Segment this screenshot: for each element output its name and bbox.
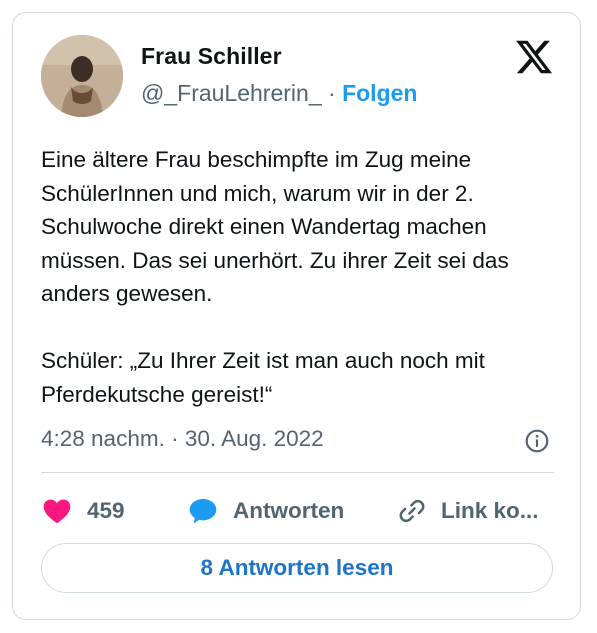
read-replies-label: 8 Antworten lesen (200, 555, 394, 580)
author-handle[interactable]: @_FrauLehrerin_ (141, 80, 322, 106)
tweet-text: Eine ältere Frau beschimpfte im Zug mein… (41, 143, 566, 411)
tweet-card: Frau Schiller @_FrauLehrerin_ · Folgen E… (12, 12, 581, 620)
author-handle-row: @_FrauLehrerin_ · Folgen (141, 80, 417, 107)
author-name[interactable]: Frau Schiller (141, 43, 282, 70)
copy-link-label: Link ko... (441, 498, 539, 523)
like-count: 459 (87, 498, 125, 523)
tweet-timestamp[interactable]: 4:28 nachm. · 30. Aug. 2022 (41, 426, 324, 452)
follow-button[interactable]: Folgen (342, 80, 417, 106)
avatar-image (41, 35, 123, 117)
tweet-paragraph: Schüler: „Zu Ihrer Zeit ist man auch noc… (41, 348, 485, 407)
x-logo-icon[interactable] (513, 37, 555, 77)
link-icon (399, 499, 425, 523)
info-icon[interactable] (524, 428, 550, 454)
avatar[interactable] (41, 35, 123, 117)
divider (41, 472, 554, 473)
copy-link-button[interactable]: Link ko... (397, 493, 539, 529)
tweet-paragraph: Eine ältere Frau beschimpfte im Zug mein… (41, 147, 509, 306)
reply-label: Antworten (233, 498, 345, 523)
read-replies-button[interactable]: 8 Antworten lesen (41, 543, 553, 593)
reply-button[interactable]: Antworten (187, 493, 344, 529)
like-button[interactable]: 459 (41, 493, 125, 529)
separator-dot: · (328, 80, 336, 106)
heart-icon (43, 499, 71, 524)
speech-bubble-icon (189, 499, 217, 524)
